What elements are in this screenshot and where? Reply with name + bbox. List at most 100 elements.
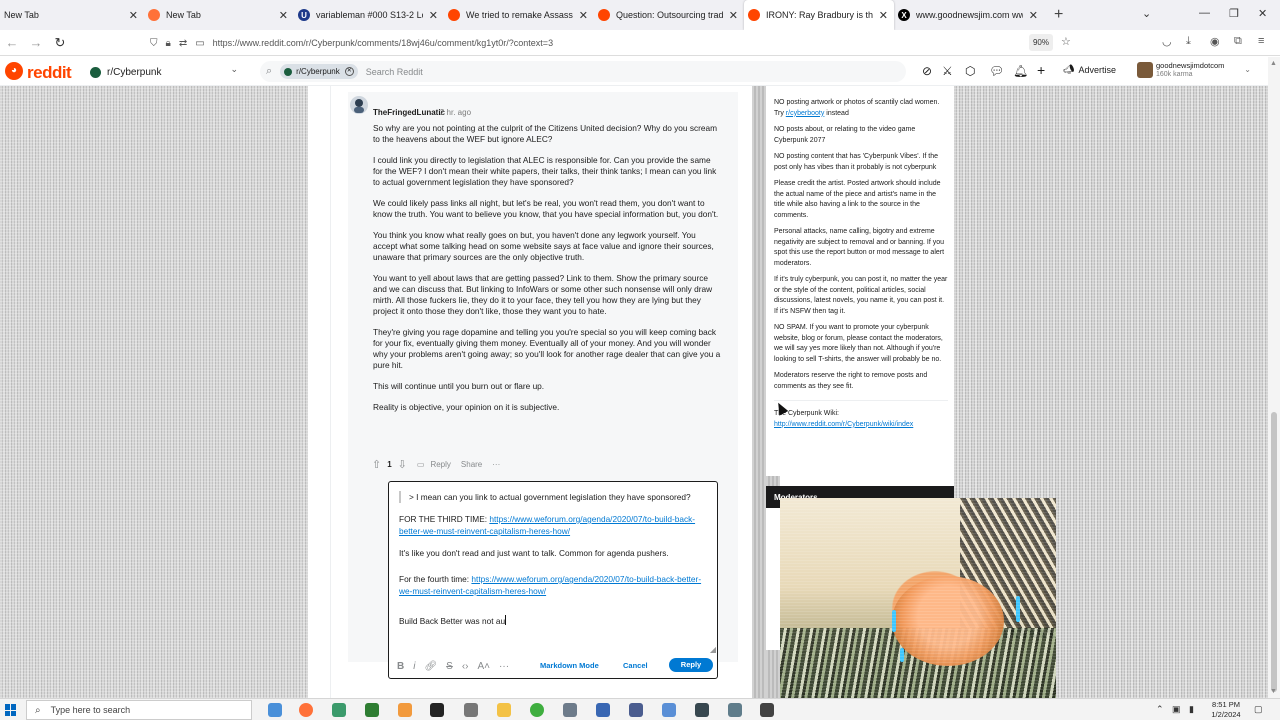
network-icon[interactable]: ▣ <box>1172 704 1181 715</box>
editor-line: For the fourth time: https://www.weforum… <box>399 573 709 597</box>
tab-list-chevron-icon[interactable]: ⌄ <box>1142 7 1151 20</box>
close-icon[interactable]: ✕ <box>129 9 138 22</box>
create-post-plus-icon[interactable]: + <box>1037 62 1045 78</box>
chip-label: r/Cyberpunk <box>296 67 340 76</box>
italic-icon[interactable]: i <box>413 661 415 672</box>
windows-start-icon[interactable] <box>5 704 17 716</box>
download-icon[interactable]: ⤓ <box>1186 35 1191 48</box>
chat-icon[interactable]: 💬︎ <box>989 64 1004 78</box>
battery-icon[interactable]: ▮ <box>1189 704 1194 715</box>
file-explorer-icon[interactable] <box>497 703 511 717</box>
terminal-icon[interactable] <box>430 703 444 717</box>
app-icon[interactable] <box>398 703 412 717</box>
cancel-button[interactable]: Cancel <box>623 661 648 670</box>
browser-tab-5[interactable]: Question: Outsourcing trading ✕ <box>594 0 744 30</box>
markdown-mode-button[interactable]: Markdown Mode <box>540 661 599 670</box>
reply-icon[interactable]: ▭ <box>417 460 425 469</box>
minimize-icon[interactable]: — <box>1199 7 1210 19</box>
share-button[interactable]: Share <box>461 460 482 469</box>
close-icon[interactable]: ✕ <box>579 9 588 22</box>
more-options-icon[interactable]: ··· <box>492 460 500 469</box>
notifications-icon[interactable]: ▢ <box>1254 704 1263 715</box>
taskbar-clock[interactable]: 8:51 PM 1/2/2024 <box>1204 700 1248 720</box>
close-icon[interactable]: ✕ <box>279 9 288 22</box>
reddit-wordmark[interactable]: reddit <box>27 63 72 83</box>
tab-label: We tried to remake Assassin's C <box>466 10 573 20</box>
app-icon[interactable] <box>662 703 676 717</box>
superscript-icon[interactable]: A˄ <box>478 661 491 672</box>
search-subreddit-chip[interactable]: r/Cyberpunk ✕ <box>280 64 358 79</box>
comment-timestamp[interactable]: · 2 hr. ago <box>435 108 471 117</box>
cyberbooty-link[interactable]: r/cyberbooty <box>786 110 825 117</box>
close-icon[interactable]: ✕ <box>729 9 738 22</box>
close-icon[interactable]: ✕ <box>879 9 888 22</box>
app-icon[interactable] <box>695 703 709 717</box>
scroll-down-icon[interactable]: ▼ <box>1270 688 1277 695</box>
reload-icon[interactable]: ↻ <box>48 35 72 51</box>
subreddit-dropdown[interactable]: r/Cyberpunk ⌄ <box>90 64 240 80</box>
notification-bell-icon[interactable]: 🔔︎ <box>1013 64 1028 78</box>
browser-tab-2[interactable]: New Tab ✕ <box>144 0 294 30</box>
wiki-link[interactable]: http://www.reddit.com/r/Cyberpunk/wiki/i… <box>774 421 913 428</box>
downvote-icon[interactable]: ⇩ <box>398 458 407 471</box>
browser-tab-3[interactable]: U variableman #000 S13-2 LoL Pr ✕ <box>294 0 444 30</box>
tray-chevron-icon[interactable]: ⌃ <box>1156 704 1164 715</box>
search-bar[interactable]: ⌕ r/Cyberpunk ✕ Search Reddit <box>260 61 906 82</box>
app-icon[interactable] <box>464 703 478 717</box>
zoom-level[interactable]: 90% <box>1029 34 1053 51</box>
reddit-header: ◕ reddit r/Cyberpunk ⌄ ⌕ r/Cyberpunk ✕ S… <box>0 57 1268 86</box>
task-view-icon[interactable] <box>268 703 282 717</box>
commenter-avatar[interactable] <box>350 96 368 114</box>
extensions-icon[interactable]: ⧉ <box>1234 35 1242 48</box>
more-options-icon[interactable]: ··· <box>499 661 509 672</box>
firefox-icon[interactable] <box>299 703 313 717</box>
close-icon[interactable]: ✕ <box>1029 9 1038 22</box>
forward-arrow-icon[interactable]: → <box>24 35 48 50</box>
close-icon[interactable]: ✕ <box>344 67 354 76</box>
search-input[interactable]: Search Reddit <box>366 67 423 77</box>
reply-editor[interactable]: > I mean can you link to actual governme… <box>388 481 718 679</box>
upvote-icon[interactable]: ⇧ <box>372 458 381 471</box>
restore-icon[interactable]: ❐ <box>1229 7 1239 20</box>
app-icon[interactable] <box>629 703 643 717</box>
inline-code-icon[interactable]: ‹› <box>462 661 469 672</box>
back-arrow-icon[interactable]: ← <box>0 35 24 50</box>
reply-submit-button[interactable]: Reply <box>669 658 713 672</box>
app-icon[interactable] <box>530 703 544 717</box>
mod-shield-icon[interactable]: ⚔ <box>942 64 953 78</box>
popular-icon[interactable]: ⊘ <box>922 64 932 78</box>
app-icon[interactable] <box>365 703 379 717</box>
reddit-logo-icon[interactable]: ◕ <box>5 62 23 80</box>
advertise-button[interactable]: 📣︎ Advertise <box>1063 64 1116 75</box>
menu-hamburger-icon[interactable]: ≡ <box>1258 35 1264 47</box>
strikethrough-icon[interactable]: S <box>446 661 453 672</box>
app-icon[interactable] <box>596 703 610 717</box>
scroll-up-icon[interactable]: ▲ <box>1270 60 1277 67</box>
link-icon[interactable]: 🔗︎ <box>424 661 437 672</box>
browser-tab-7[interactable]: X www.goodnewsjim.com www. ✕ <box>894 0 1044 30</box>
reply-button[interactable]: Reply <box>430 460 450 469</box>
page-scrollbar[interactable]: ▲ ▼ <box>1268 57 1280 698</box>
close-window-icon[interactable]: ✕ <box>1258 7 1267 20</box>
browser-tab-4[interactable]: We tried to remake Assassin's C ✕ <box>444 0 594 30</box>
app-icon[interactable] <box>563 703 577 717</box>
taskbar-search[interactable]: ⌕ Type here to search <box>26 700 252 720</box>
browser-tab-active[interactable]: IRONY: Ray Bradbury is the aut ✕ <box>744 0 894 30</box>
app-icon[interactable] <box>760 703 774 717</box>
thread-line[interactable] <box>330 86 331 698</box>
user-menu[interactable]: goodnewsjimdotcom 160k karma ⌄ <box>1137 60 1257 82</box>
url-bar[interactable]: ⛉ 🔒︎ ⇄ ▭ https://www.reddit.com/r/Cyberp… <box>150 33 1080 53</box>
reply-textarea[interactable]: > I mean can you link to actual governme… <box>399 491 709 637</box>
bookmark-star-icon[interactable]: ☆ <box>1061 35 1071 48</box>
new-tab-plus-icon[interactable]: + <box>1054 6 1063 24</box>
bold-icon[interactable]: B <box>397 661 404 672</box>
coins-icon[interactable]: ⬡ <box>965 64 975 78</box>
browser-tab-1[interactable]: New Tab ✕ <box>0 0 144 30</box>
close-icon[interactable]: ✕ <box>429 9 438 22</box>
pocket-icon[interactable]: ◡ <box>1162 35 1172 48</box>
app-icon[interactable] <box>332 703 346 717</box>
account-icon[interactable]: ◉ <box>1210 35 1220 48</box>
app-icon[interactable] <box>728 703 742 717</box>
resize-handle-icon[interactable]: ◢ <box>710 645 716 654</box>
scrollbar-thumb[interactable] <box>1271 412 1277 692</box>
